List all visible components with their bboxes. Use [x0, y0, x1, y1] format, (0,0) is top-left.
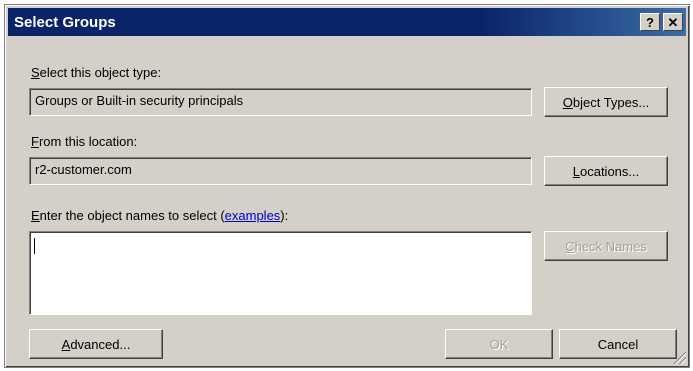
location-value: r2-customer.com	[35, 162, 132, 177]
examples-link[interactable]: examples	[225, 208, 281, 223]
select-groups-dialog: Select Groups ? ✕ Select this object typ…	[4, 4, 690, 368]
object-type-label: Select this object type:	[31, 65, 162, 80]
title-bar[interactable]: Select Groups ? ✕	[8, 8, 686, 36]
check-names-button[interactable]: Check Names	[544, 231, 668, 261]
cancel-button[interactable]: Cancel	[559, 329, 677, 359]
object-names-input[interactable]	[29, 231, 532, 315]
close-icon: ✕	[667, 15, 679, 30]
locations-button[interactable]: Locations...	[544, 156, 668, 186]
window-title: Select Groups	[14, 14, 116, 31]
ok-button[interactable]: OK	[445, 329, 553, 359]
object-names-label: Enter the object names to select (exampl…	[31, 208, 289, 223]
object-type-value: Groups or Built-in security principals	[35, 93, 244, 108]
object-type-field: Groups or Built-in security principals	[29, 88, 532, 116]
object-types-button[interactable]: Object Types...	[544, 87, 668, 117]
advanced-button[interactable]: Advanced...	[29, 329, 163, 359]
help-button[interactable]: ?	[640, 13, 660, 31]
text-caret	[34, 238, 35, 254]
close-button[interactable]: ✕	[663, 13, 683, 31]
location-label: From this location:	[31, 134, 138, 149]
location-field: r2-customer.com	[29, 157, 532, 185]
resize-grip[interactable]	[672, 350, 686, 364]
